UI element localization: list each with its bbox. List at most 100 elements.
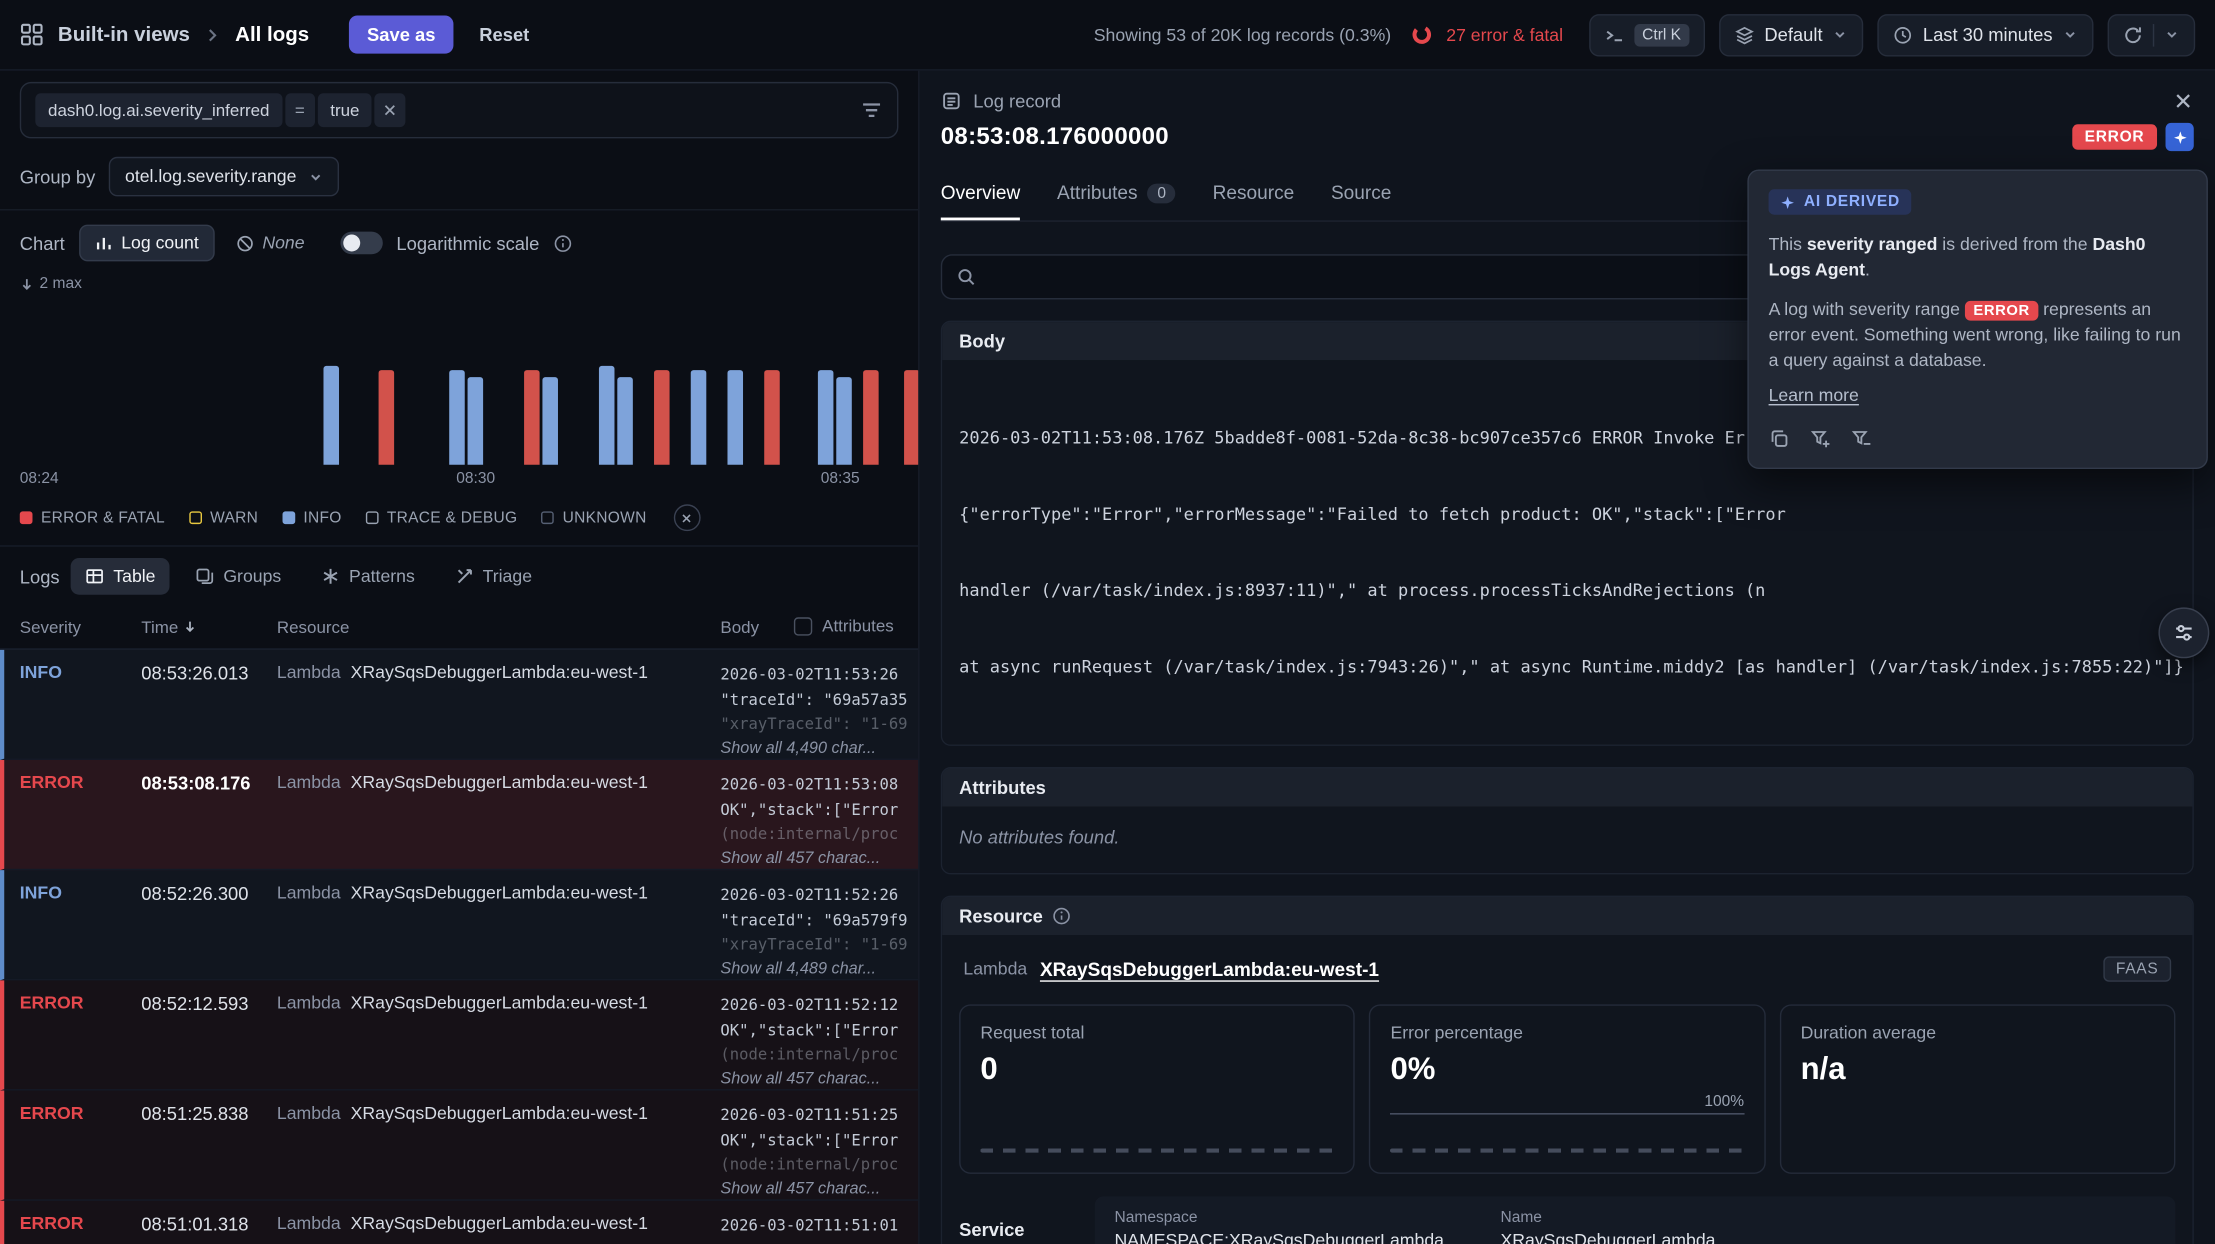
layout-select[interactable]: Default (1719, 13, 1863, 55)
tab-resource[interactable]: Resource (1213, 182, 1295, 220)
patterns-icon (321, 566, 341, 586)
col-severity[interactable]: Severity (20, 617, 141, 637)
table-row[interactable]: ERROR 08:51:01.318 LambdaXRaySqsDebugger… (0, 1201, 918, 1244)
legend-info[interactable]: INFO (282, 509, 341, 526)
views-grid-icon[interactable] (20, 23, 44, 47)
tab-patterns[interactable]: Patterns (307, 558, 429, 595)
chart-metric-none[interactable]: None (220, 225, 320, 262)
histogram-bar[interactable] (764, 370, 780, 465)
resource-cell: LambdaXRaySqsDebuggerLambda:eu-west-1 (277, 883, 721, 979)
histogram-bar[interactable] (542, 377, 558, 465)
histogram-bar[interactable] (379, 370, 395, 465)
resource-link[interactable]: XRaySqsDebuggerLambda:eu-west-1 (1040, 958, 1379, 979)
info-icon[interactable] (553, 234, 571, 252)
filter-lines-icon[interactable] (860, 99, 883, 122)
tab-attributes[interactable]: Attributes0 (1057, 182, 1176, 220)
command-palette-button[interactable]: Ctrl K (1588, 13, 1705, 55)
error-count-link[interactable]: 27 error & fatal (1446, 25, 1563, 45)
ai-derived-badge[interactable] (2166, 123, 2194, 151)
show-all-link[interactable]: Show all 4,489 char... (720, 957, 918, 979)
chart-metric-log-count[interactable]: Log count (79, 225, 214, 262)
tab-table[interactable]: Table (71, 558, 170, 595)
table-row[interactable]: INFO 08:53:26.013 LambdaXRaySqsDebuggerL… (0, 650, 918, 760)
filter-value-chip[interactable]: true (318, 93, 373, 127)
filter-exclude-button[interactable] (1851, 428, 1872, 449)
table-row[interactable]: ERROR 08:51:25.838 LambdaXRaySqsDebugger… (0, 1091, 918, 1201)
breadcrumb-section[interactable]: Built-in views (58, 23, 190, 46)
resource-kv-table: Service Namespace NAMESPACE:XRaySqsDebug… (959, 1196, 2175, 1244)
tab-groups[interactable]: Groups (181, 558, 295, 595)
legend-error-fatal[interactable]: ERROR & FATAL (20, 509, 165, 526)
table-row[interactable]: ERROR 08:52:12.593 LambdaXRaySqsDebugger… (0, 980, 918, 1090)
refresh-button[interactable] (2108, 13, 2196, 55)
col-time[interactable]: Time (141, 617, 277, 637)
body-line: (node:internal/proc (720, 1153, 918, 1178)
legend-trace-debug[interactable]: TRACE & DEBUG (366, 509, 518, 526)
legend-unknown[interactable]: UNKNOWN (541, 509, 646, 526)
show-all-link[interactable]: Show all 457 charac... (720, 1177, 918, 1199)
table-row-selected[interactable]: ERROR 08:53:08.176 LambdaXRaySqsDebugger… (0, 760, 918, 870)
histogram-bar[interactable] (727, 370, 743, 465)
log-record-icon (941, 90, 962, 111)
tab-overview[interactable]: Overview (941, 182, 1020, 220)
log-scale-toggle[interactable] (340, 232, 382, 255)
info-icon[interactable] (1053, 907, 1071, 925)
kv-group-label: Service (959, 1196, 1095, 1244)
tab-source[interactable]: Source (1331, 182, 1391, 220)
histogram-bar[interactable] (599, 366, 615, 465)
histogram-bar[interactable] (863, 370, 879, 465)
histogram-bar[interactable] (654, 370, 670, 465)
histogram-bar[interactable] (836, 377, 852, 465)
show-all-link[interactable]: Show all 4,490 char... (720, 737, 918, 759)
legend-clear-button[interactable] (673, 504, 700, 531)
histogram-bar[interactable] (524, 370, 540, 465)
histogram-bar[interactable] (449, 370, 465, 465)
resource-name: XRaySqsDebuggerLambda:eu-west-1 (351, 773, 648, 793)
histogram-bar[interactable] (323, 366, 339, 465)
save-as-button[interactable]: Save as (349, 16, 454, 54)
col-attributes[interactable]: Attributes (794, 616, 894, 636)
x-tick: 08:30 (456, 470, 495, 487)
attributes-content: No attributes found. (942, 807, 2192, 873)
tt-text: . (1865, 259, 1870, 279)
filter-include-button[interactable] (1810, 428, 1831, 449)
histogram-bar[interactable] (904, 370, 920, 465)
histogram-bar[interactable] (818, 370, 834, 465)
copy-button[interactable] (1769, 428, 1790, 449)
time-range-select[interactable]: Last 30 minutes (1878, 13, 2094, 55)
resource-cell: LambdaXRaySqsDebuggerLambda:eu-west-1 (277, 1213, 721, 1244)
breadcrumb-page[interactable]: All logs (235, 23, 309, 46)
filter-bar[interactable]: dash0.log.ai.severity_inferred = true (20, 82, 899, 139)
attributes-checkbox[interactable] (794, 617, 812, 635)
col-resource[interactable]: Resource (277, 617, 721, 637)
filter-remove-button[interactable] (375, 93, 406, 127)
tab-triage[interactable]: Triage (440, 558, 546, 595)
group-by-label: Group by (20, 166, 96, 187)
reset-button[interactable]: Reset (468, 16, 541, 54)
tab-label: Attributes (1057, 182, 1138, 203)
chevron-down-icon[interactable] (2164, 27, 2180, 43)
learn-more-link[interactable]: Learn more (1769, 386, 1859, 406)
resource-type: Lambda (277, 883, 341, 903)
resource-cell: LambdaXRaySqsDebuggerLambda:eu-west-1 (277, 1103, 721, 1199)
log-body-line: at async runRequest (/var/task/index.js:… (959, 654, 2175, 679)
histogram-bar[interactable] (691, 370, 707, 465)
severity-badge: ERROR (2072, 124, 2157, 149)
close-button[interactable] (2173, 90, 2194, 111)
show-all-link[interactable]: Show all 457 charac... (720, 1067, 918, 1089)
histogram-bar[interactable] (617, 377, 633, 465)
filter-key-chip[interactable]: dash0.log.ai.severity_inferred (35, 93, 282, 127)
card-label: Duration average (1801, 1023, 2155, 1043)
resource-cell: LambdaXRaySqsDebuggerLambda:eu-west-1 (277, 993, 721, 1089)
filter-operator-chip[interactable]: = (285, 93, 315, 127)
col-attributes-label: Attributes (822, 616, 894, 636)
legend-warn[interactable]: WARN (189, 509, 258, 526)
resource-filter-fab[interactable] (2158, 607, 2209, 658)
histogram-bar[interactable] (468, 377, 484, 465)
kv-key: Name (1500, 1209, 1715, 1226)
table-row[interactable]: INFO 08:52:26.300 LambdaXRaySqsDebuggerL… (0, 870, 918, 980)
chart-metric-segment: Log count None (79, 225, 320, 262)
group-by-select[interactable]: otel.log.severity.range (109, 157, 338, 197)
show-all-link[interactable]: Show all 457 charac... (720, 847, 918, 869)
body-line: 2026-03-02T11:53:26 (720, 663, 918, 688)
